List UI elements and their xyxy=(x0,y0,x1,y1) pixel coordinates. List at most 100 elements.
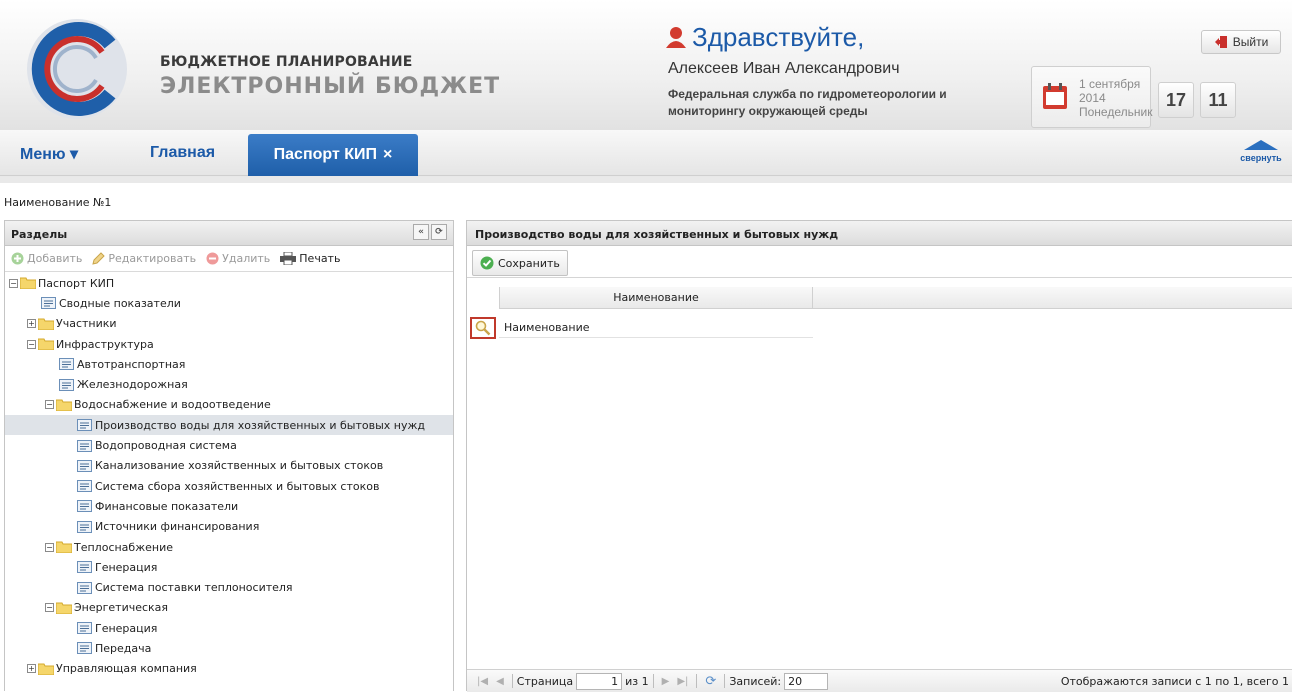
tree-item-label: Энергетическая xyxy=(74,601,169,615)
organization-name: Федеральная служба по гидрометеорологии … xyxy=(668,87,947,118)
pager-info: Отображаются записи с 1 по 1, всего 1 xyxy=(1060,675,1289,688)
tree-item-label: Железнодорожная xyxy=(77,378,188,392)
tree-leaf-item[interactable]: Производство воды для хозяйственных и бы… xyxy=(5,415,453,436)
sections-panel: Разделы « ⟳ Добавить Редактировать Удали… xyxy=(4,220,454,691)
document-list-icon xyxy=(77,480,92,493)
tab-kip-passport[interactable]: Паспорт КИП × xyxy=(248,134,418,176)
pager-separator xyxy=(724,674,726,688)
document-list-icon xyxy=(59,378,74,391)
pager-separator xyxy=(511,674,513,688)
clock-minutes: 11 xyxy=(1200,82,1236,118)
tree-folder-item[interactable]: − Паспорт КИП xyxy=(5,273,453,293)
check-icon xyxy=(480,256,494,270)
refresh-icon[interactable]: ⟳ xyxy=(705,674,716,689)
tree-item-label: Производство воды для хозяйственных и бы… xyxy=(95,418,425,432)
tree-leaf-item[interactable]: Система поставки теплоносителя xyxy=(5,577,453,597)
edit-button[interactable]: Редактировать xyxy=(92,252,196,265)
header-banner: БЮДЖЕТНОЕ ПЛАНИРОВАНИЕ ЭЛЕКТРОННЫЙ БЮДЖЕ… xyxy=(0,0,1292,130)
tree-folder-item[interactable]: − Теплоснабжение xyxy=(5,537,453,557)
close-tab-icon[interactable]: × xyxy=(383,146,392,164)
collapse-label: свернуть xyxy=(1240,153,1282,163)
save-button[interactable]: Сохранить xyxy=(472,250,568,276)
brand-title: БЮДЖЕТНОЕ ПЛАНИРОВАНИЕ xyxy=(160,54,413,70)
calendar-icon xyxy=(1043,83,1067,109)
sections-panel-header: Разделы « ⟳ xyxy=(5,221,453,246)
document-list-icon xyxy=(77,642,92,655)
pager-separator xyxy=(696,674,698,688)
column-header-name[interactable]: Наименование xyxy=(499,287,813,309)
tree-leaf-item[interactable]: Железнодорожная xyxy=(5,374,453,394)
collapse-node-icon[interactable]: − xyxy=(9,278,18,288)
add-icon xyxy=(11,252,24,265)
folder-icon xyxy=(20,277,36,290)
content-toolbar: Сохранить xyxy=(467,246,1292,278)
save-label: Сохранить xyxy=(498,256,560,270)
tree-item-label: Канализование хозяйственных и бытовых ст… xyxy=(95,459,384,473)
add-button[interactable]: Добавить xyxy=(11,252,82,265)
collapse-node-icon[interactable]: − xyxy=(45,400,54,410)
column-header-filler xyxy=(813,287,1292,309)
document-list-icon xyxy=(77,459,92,472)
delete-label: Удалить xyxy=(222,252,271,265)
tree-folder-item[interactable]: − Водоснабжение и водоотведение xyxy=(5,395,453,415)
collapse-node-icon[interactable]: − xyxy=(45,542,54,552)
content-panel-header: Производство воды для хозяйственных и бы… xyxy=(467,221,1292,246)
tree-item-label: Система поставки теплоносителя xyxy=(95,581,293,595)
records-per-page-input[interactable]: 20 xyxy=(784,672,829,690)
tree-leaf-item[interactable]: Автотранспортная xyxy=(5,354,453,374)
header-divider xyxy=(0,177,1292,183)
tree-item-label: Сводные показатели xyxy=(59,296,181,310)
tree-leaf-item[interactable]: Канализование хозяйственных и бытовых ст… xyxy=(5,456,453,476)
sections-toolbar: Добавить Редактировать Удалить Печать xyxy=(5,246,453,272)
tree-item-label: Передача xyxy=(95,641,152,655)
tree-item-label: Участники xyxy=(56,317,117,331)
panel-tools: « ⟳ xyxy=(413,224,447,240)
tree-leaf-item[interactable]: Система сбора хозяйственных и бытовых ст… xyxy=(5,476,453,496)
tree-folder-item[interactable]: − Инфраструктура xyxy=(5,334,453,354)
user-name: Алексеев Иван Александрович xyxy=(668,60,900,77)
tree-folder-item[interactable]: − Энергетическая xyxy=(5,598,453,618)
collapse-node-icon[interactable]: − xyxy=(45,603,54,613)
tree-leaf-item[interactable]: Генерация xyxy=(5,557,453,577)
prev-page-icon[interactable]: ◀ xyxy=(496,676,504,687)
greeting: Здравствуйте, xyxy=(666,22,864,53)
print-button[interactable]: Печать xyxy=(280,252,340,265)
tree-leaf-item[interactable]: Водопроводная система xyxy=(5,435,453,455)
collapse-header-button[interactable]: свернуть xyxy=(1236,140,1286,163)
tree-item-label: Финансовые показатели xyxy=(95,499,239,513)
tree-leaf-item[interactable]: Финансовые показатели xyxy=(5,496,453,516)
view-record-button[interactable] xyxy=(470,317,496,339)
page-number-input[interactable]: 1 xyxy=(576,672,623,690)
collapse-node-icon[interactable]: − xyxy=(27,339,36,349)
tree-folder-item[interactable]: + Участники xyxy=(5,314,453,334)
tree-leaf-item[interactable]: Сводные показатели xyxy=(5,293,453,313)
delete-icon xyxy=(206,252,219,265)
tree-item-label: Водоснабжение и водоотведение xyxy=(74,398,271,412)
tree-leaf-item[interactable]: Передача xyxy=(5,638,453,658)
tree-leaf-item[interactable]: Источники финансирования xyxy=(5,517,453,537)
document-list-icon xyxy=(77,520,92,533)
exit-button[interactable]: Выйти xyxy=(1201,30,1281,54)
tab-home[interactable]: Главная xyxy=(150,144,215,162)
refresh-panel-icon[interactable]: ⟳ xyxy=(431,224,447,240)
tree-item-label: Генерация xyxy=(95,560,158,574)
tree-leaf-item[interactable]: Генерация xyxy=(5,618,453,638)
expand-node-icon[interactable]: + xyxy=(27,319,36,329)
add-label: Добавить xyxy=(27,252,83,265)
first-page-icon[interactable]: |◀ xyxy=(477,676,488,687)
menu-dropdown[interactable]: Меню ▾ xyxy=(20,144,78,164)
tree-item-label: Источники финансирования xyxy=(95,520,260,534)
sections-title: Разделы xyxy=(11,228,68,241)
next-page-icon[interactable]: ▶ xyxy=(662,676,670,687)
table-row-name[interactable]: Наименование xyxy=(504,321,589,334)
brand-subtitle: ЭЛЕКТРОННЫЙ БЮДЖЕТ xyxy=(160,74,501,99)
content-title: Производство воды для хозяйственных и бы… xyxy=(475,228,839,241)
document-list-icon xyxy=(77,439,92,452)
tab-kip-passport-label: Паспорт КИП xyxy=(273,146,377,163)
delete-button[interactable]: Удалить xyxy=(206,252,270,265)
folder-icon xyxy=(56,602,72,614)
expand-node-icon[interactable]: + xyxy=(27,664,36,674)
last-page-icon[interactable]: ▶| xyxy=(677,676,688,687)
tree-folder-item[interactable]: + Управляющая компания xyxy=(5,659,453,679)
collapse-panel-icon[interactable]: « xyxy=(413,224,429,240)
